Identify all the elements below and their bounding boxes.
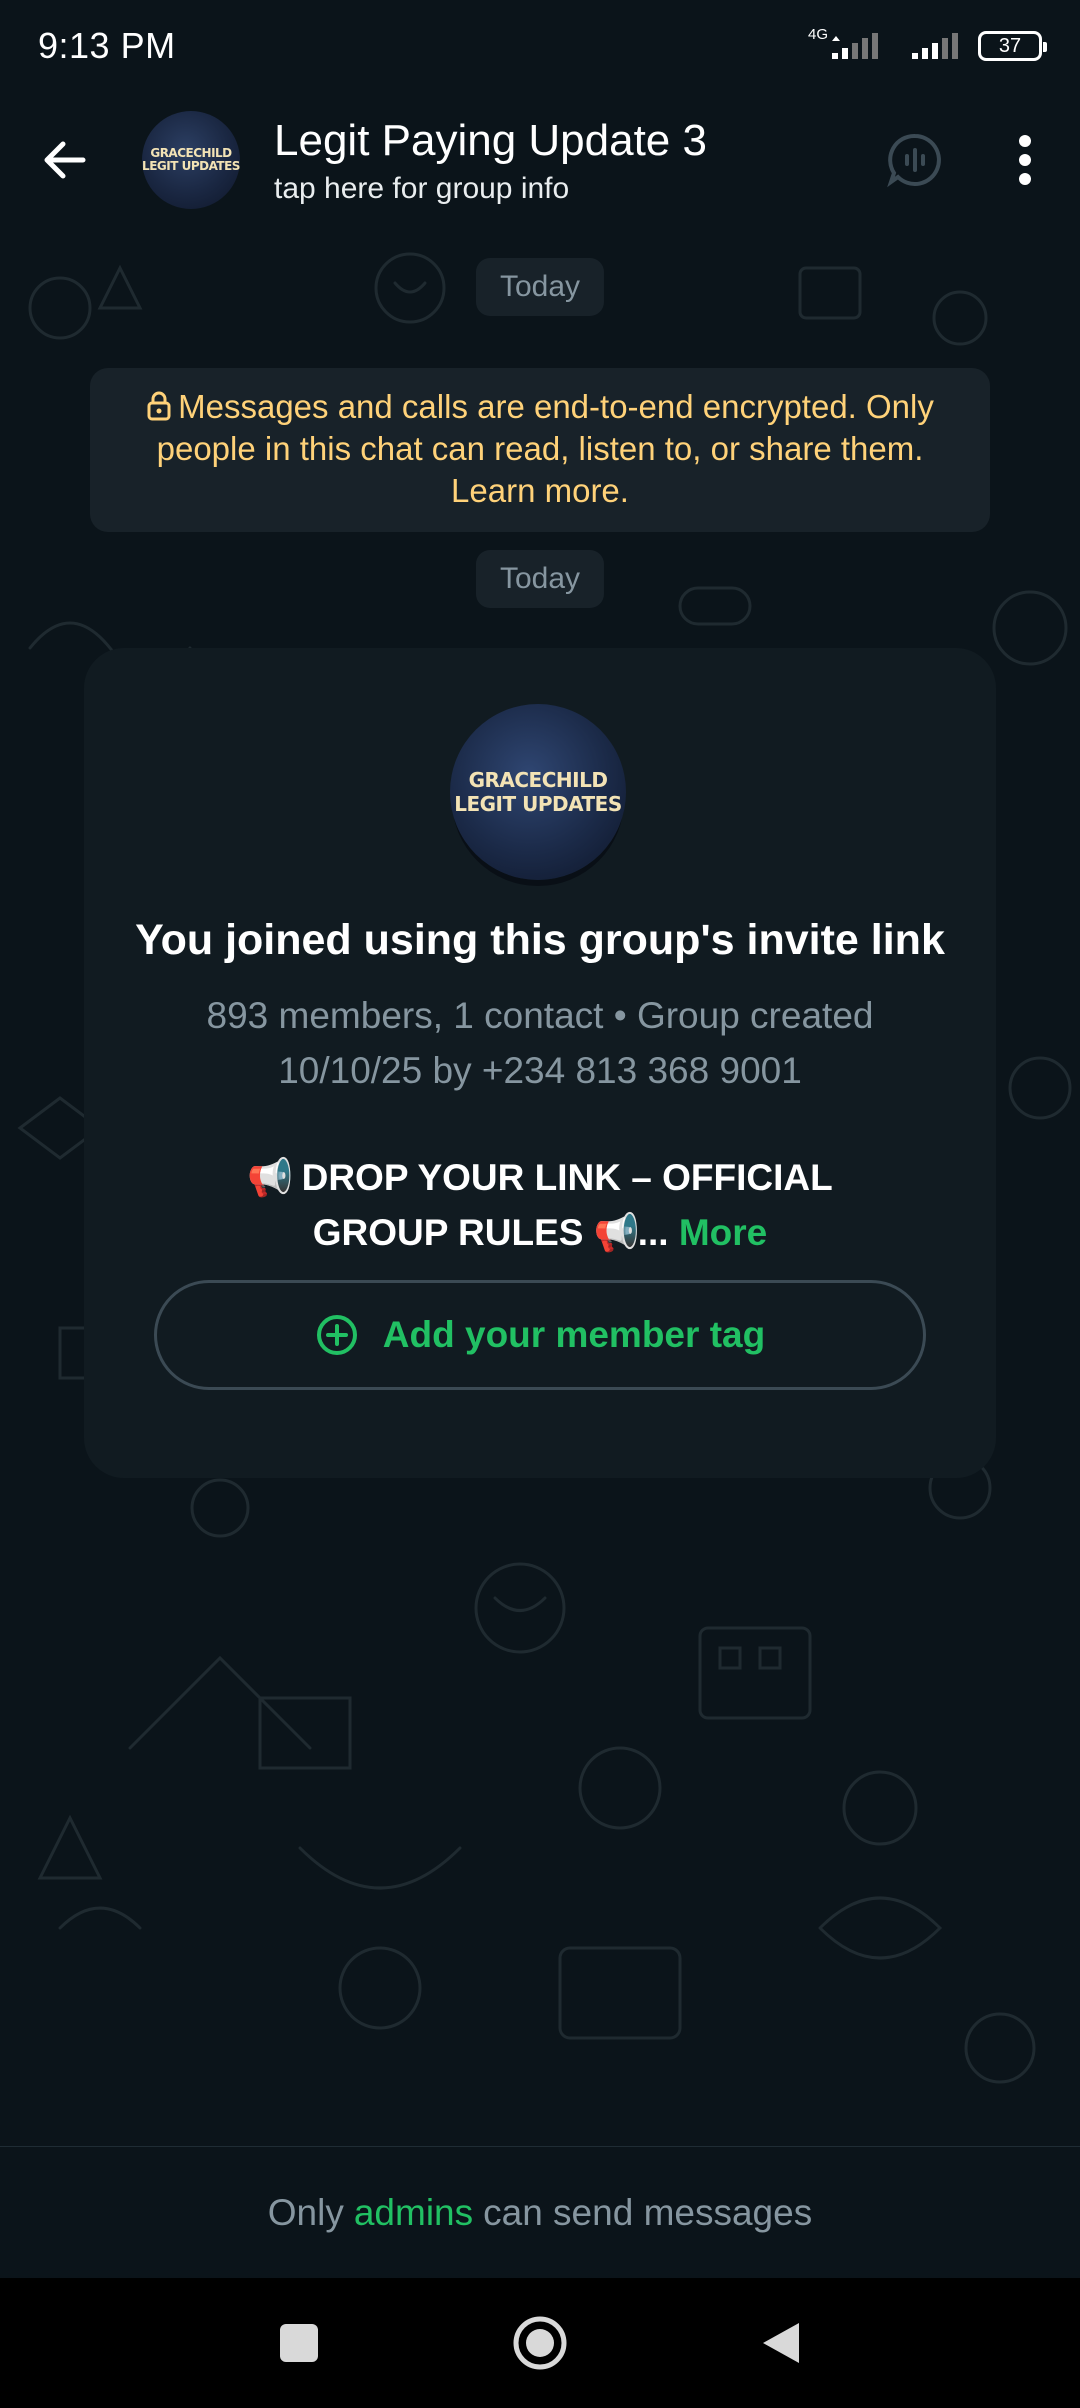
avatar-text-line2: LEGIT UPDATES [454,792,622,816]
group-avatar-large[interactable]: GRACECHILD LEGIT UPDATES [450,704,626,880]
system-nav-bar [0,2278,1080,2408]
status-icons: 4G 37 [808,26,1047,61]
recents-icon[interactable] [277,2321,321,2365]
chat-area[interactable]: Today Messages and calls are end-to-end … [0,228,1080,2146]
lock-icon [147,391,171,421]
battery-icon: 37 [978,31,1047,61]
voice-chat-button[interactable] [860,92,970,228]
chat-header[interactable]: GRACECHILD LEGIT UPDATES Legit Paying Up… [0,92,1080,228]
back-button[interactable] [0,92,130,228]
voice-chat-icon [887,133,941,188]
group-info-area[interactable]: Legit Paying Update 3 tap here for group… [274,114,860,206]
whatsapp-group-chat-screen: 9:13 PM 4G 37 GRACECHILD LEGIT UPDATES L… [0,0,1080,2408]
date-divider: Today [475,550,605,608]
group-avatar[interactable]: GRACECHILD LEGIT UPDATES [142,111,240,209]
group-title: Legit Paying Update 3 [274,116,707,165]
footer-prefix: Only [267,2191,344,2233]
network-type-label: 4G [807,25,828,43]
admins-only-notice: Only admins can send messages [0,2146,1080,2278]
status-bar: 9:13 PM 4G 37 [0,0,1080,92]
description-ellipsis: ... [637,1212,669,1253]
status-time: 9:13 PM [38,25,176,66]
encryption-notice-text: Messages and calls are end-to-end encryp… [156,388,934,509]
add-member-tag-label: Add your member tag [382,1314,766,1355]
add-member-tag-button[interactable]: Add your member tag [154,1280,926,1390]
more-vert-icon [1019,135,1031,185]
date-divider: Today [475,258,605,316]
megaphone-icon: 📢 [247,1157,294,1198]
megaphone-icon: 📢 [593,1212,640,1253]
more-options-button[interactable] [970,92,1080,228]
home-icon[interactable] [511,2314,569,2372]
group-meta: 893 members, 1 contact • Group created 1… [206,995,874,1091]
admins-link[interactable]: admins [354,2192,473,2234]
avatar-text-line2: LEGIT UPDATES [142,159,240,173]
signal-strength-icon-sim2 [912,33,958,59]
add-circle-icon [316,1315,357,1355]
group-subtitle: tap here for group info [274,172,570,205]
group-description: 📢 DROP YOUR LINK – OFFICIAL GROUP RULES … [194,1150,886,1260]
encryption-notice[interactable]: Messages and calls are end-to-end encryp… [90,368,990,532]
battery-level: 37 [998,34,1022,57]
join-title: You joined using this group's invite lin… [135,916,945,964]
back-arrow-icon [44,141,86,179]
footer-suffix: can send messages [483,2191,813,2233]
more-link[interactable]: More [679,1212,767,1253]
back-nav-icon[interactable] [759,2319,803,2367]
avatar-text-line1: GRACECHILD [468,768,608,792]
group-invite-card: GRACECHILD LEGIT UPDATES You joined usin… [84,648,996,1478]
signal-strength-icon [832,33,878,59]
